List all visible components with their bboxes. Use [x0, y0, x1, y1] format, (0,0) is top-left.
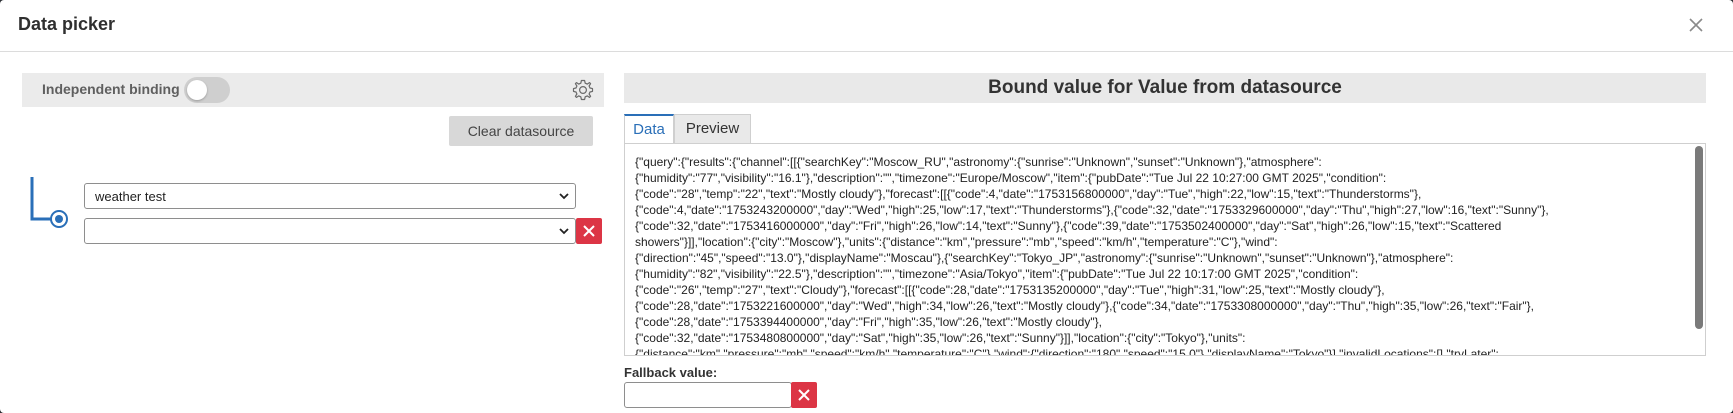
data-scrollbar[interactable] [1695, 146, 1703, 329]
binding-panel: Independent binding Clear datasource wea… [22, 73, 604, 393]
bound-data-text: {"query":{"results":{"channel":[[{"searc… [635, 155, 1549, 356]
dialog-header: Data picker [0, 0, 1733, 52]
chevron-down-icon [559, 228, 569, 235]
dialog-title: Data picker [18, 14, 116, 34]
binding-toolbar: Independent binding [22, 73, 604, 107]
independent-binding-label: Independent binding [42, 81, 180, 97]
tab-data[interactable]: Data [624, 114, 674, 144]
clear-fallback-button[interactable] [791, 382, 817, 408]
close-icon [1689, 18, 1703, 32]
fallback-label: Fallback value: [624, 365, 718, 380]
bound-data-view[interactable]: {"query":{"results":{"channel":[[{"searc… [624, 143, 1706, 356]
datasource-select[interactable]: weather test [84, 183, 576, 209]
field-select[interactable] [84, 218, 576, 244]
bound-value-panel: Bound value for Value from datasource Da… [624, 73, 1706, 413]
x-icon [798, 389, 810, 401]
gear-icon [572, 79, 594, 101]
fallback-value-input[interactable] [624, 382, 792, 408]
tab-preview[interactable]: Preview [674, 114, 751, 144]
data-picker-dialog: Data picker Independent binding Clear da… [0, 0, 1733, 413]
clear-datasource-button[interactable]: Clear datasource [449, 116, 593, 146]
independent-binding-toggle[interactable] [184, 77, 230, 103]
remove-field-button[interactable] [576, 218, 602, 244]
binding-path-connector [30, 177, 68, 228]
datasource-select-value: weather test [95, 189, 166, 204]
settings-button[interactable] [571, 78, 595, 102]
close-button[interactable] [1683, 12, 1709, 38]
toggle-knob [187, 80, 207, 100]
bound-value-header: Bound value for Value from datasource [624, 73, 1706, 103]
chevron-down-icon [559, 193, 569, 200]
x-icon [583, 225, 595, 237]
